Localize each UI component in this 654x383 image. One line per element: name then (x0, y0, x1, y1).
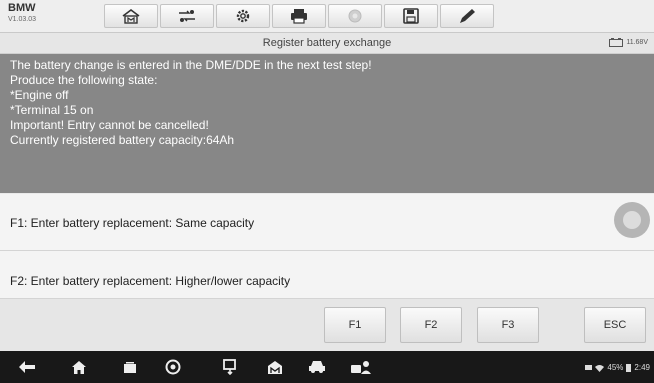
help-icon (348, 9, 362, 23)
autel-home-icon (268, 360, 282, 374)
autel-home-shortcut[interactable] (266, 359, 284, 375)
battery-percent: 45% (607, 363, 624, 372)
title-bar: Register battery exchange 11.68V (0, 33, 654, 54)
printer-icon (291, 9, 307, 24)
back-button[interactable] (18, 359, 36, 375)
chat-icon (585, 365, 593, 370)
message-panel: The battery change is entered in the DME… (0, 54, 654, 193)
remote-expert-icon (351, 361, 371, 374)
vehicle-swap-button[interactable] (160, 4, 214, 28)
settings-button[interactable] (216, 4, 270, 28)
android-home-icon (72, 360, 86, 374)
recent-apps-button[interactable] (121, 359, 139, 375)
pen-icon (460, 9, 475, 23)
battery-voltage-value: 11.68V (626, 39, 648, 46)
vci-connect-icon (223, 359, 236, 375)
browser-shortcut[interactable] (164, 359, 182, 375)
gear-icon (236, 9, 250, 23)
app-version: V1.03.03 (8, 16, 37, 23)
save-button[interactable] (384, 4, 438, 28)
top-toolbar: BMW V1.03.03 (0, 0, 654, 33)
f1-button[interactable]: F1 (324, 307, 386, 343)
vci-connect-shortcut[interactable] (222, 359, 240, 375)
f3-button[interactable]: F3 (477, 307, 539, 343)
message-line: Important! Entry cannot be cancelled! (10, 118, 209, 132)
function-key-bar: F1 F2 F3 ESC (0, 299, 654, 351)
home-icon (122, 9, 140, 24)
brand-name: BMW (8, 2, 36, 14)
clock: 2:49 (634, 363, 650, 372)
battery-icon (626, 363, 632, 372)
battery-voltage: 11.68V (609, 38, 648, 47)
remote-expert-shortcut[interactable] (350, 359, 372, 375)
help-button[interactable] (328, 4, 382, 28)
browser-icon (165, 359, 181, 375)
message-line: Produce the following state: (10, 73, 158, 87)
option-f1-same-capacity[interactable]: F1: Enter battery replacement: Same capa… (0, 194, 654, 251)
vehicle-shortcut[interactable] (308, 359, 326, 375)
home-nav-button[interactable] (70, 359, 88, 375)
recent-apps-icon (124, 361, 136, 373)
message-line: *Engine off (10, 88, 69, 102)
floating-action-button[interactable] (614, 202, 650, 238)
page-title: Register battery exchange (262, 37, 392, 49)
vehicle-swap-icon (179, 10, 195, 22)
status-tray: 45% 2:49 (585, 363, 650, 372)
edit-button[interactable] (440, 4, 494, 28)
print-button[interactable] (272, 4, 326, 28)
save-icon (403, 8, 419, 24)
app-brand: BMW V1.03.03 (8, 2, 37, 24)
back-arrow-icon (19, 361, 35, 373)
esc-button[interactable]: ESC (584, 307, 646, 343)
home-button[interactable] (104, 4, 158, 28)
option-f2-higher-lower-capacity[interactable]: F2: Enter battery replacement: Higher/lo… (0, 251, 654, 299)
car-battery-icon (609, 38, 624, 47)
message-line: The battery change is entered in the DME… (10, 58, 372, 72)
message-line: Currently registered battery capacity:64… (10, 133, 235, 147)
option-label: F2: Enter battery replacement: Higher/lo… (10, 274, 291, 288)
car-icon (309, 361, 325, 373)
option-label: F1: Enter battery replacement: Same capa… (10, 216, 255, 230)
message-line: *Terminal 15 on (10, 103, 94, 117)
f2-button[interactable]: F2 (400, 307, 462, 343)
wifi-icon (595, 364, 605, 372)
system-navigation-bar: 45% 2:49 (0, 351, 654, 383)
